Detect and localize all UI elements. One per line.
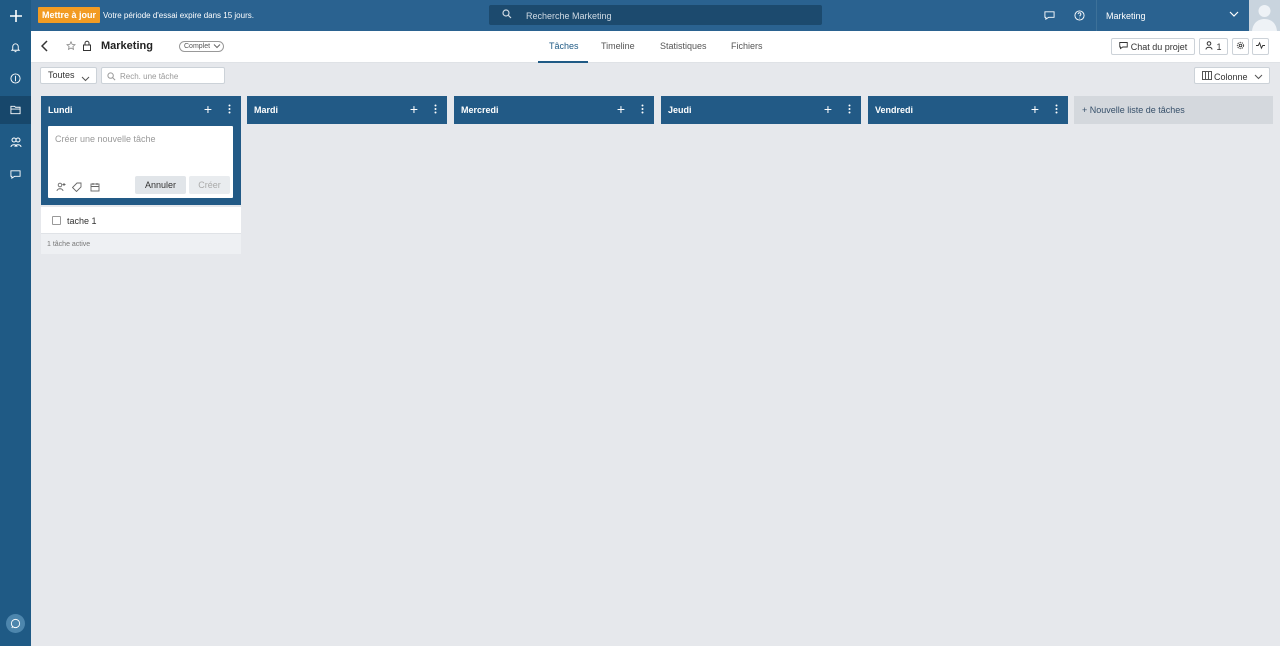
- add-task-icon[interactable]: +: [204, 102, 212, 116]
- task-search-placeholder: Rech. une tâche: [120, 72, 179, 81]
- active-task-count: 1 tâche active: [47, 241, 91, 248]
- global-search-input[interactable]: Recherche Marketing: [489, 5, 822, 25]
- more-options-icon[interactable]: [1055, 104, 1058, 117]
- add-task-icon[interactable]: +: [1031, 102, 1039, 116]
- search-icon: [107, 72, 116, 84]
- project-chat-button[interactable]: Chat du projet: [1111, 38, 1195, 55]
- avatar[interactable]: [1249, 0, 1280, 31]
- view-mode-value: Colonne: [1214, 72, 1248, 82]
- task-filter-select[interactable]: Toutes: [40, 67, 97, 84]
- task-list-title: Lundi: [48, 105, 73, 115]
- trial-notice: Votre période d'essai expire dans 15 jou…: [103, 11, 254, 20]
- star-icon[interactable]: [66, 40, 76, 54]
- task-list-title: Mardi: [254, 105, 279, 115]
- task-list-mercredi[interactable]: Mercredi +: [454, 96, 654, 124]
- gear-icon: [1236, 41, 1245, 52]
- chat-icon: [1119, 41, 1128, 52]
- active-tab-indicator: [538, 61, 588, 63]
- tag-icon[interactable]: [71, 182, 82, 193]
- members-count: 1: [1216, 41, 1222, 52]
- chat-icon[interactable]: [0, 160, 31, 188]
- bell-icon[interactable]: [0, 33, 31, 61]
- task-list-mardi[interactable]: Mardi +: [247, 96, 447, 124]
- task-list-footer: 1 tâche active: [41, 233, 241, 254]
- view-mode-select[interactable]: Colonne: [1194, 67, 1270, 84]
- new-task-input[interactable]: Créer une nouvelle tâche: [55, 134, 156, 144]
- plus-icon[interactable]: [0, 0, 31, 31]
- calendar-icon[interactable]: [90, 182, 100, 192]
- more-options-icon[interactable]: [848, 104, 851, 117]
- pulse-icon[interactable]: [0, 64, 31, 92]
- add-task-icon[interactable]: +: [410, 102, 418, 116]
- search-icon: [502, 9, 512, 22]
- status-label: Complet: [184, 43, 211, 50]
- task-list-jeudi[interactable]: Jeudi +: [661, 96, 861, 124]
- project-chat-label: Chat du projet: [1130, 41, 1188, 52]
- help-icon[interactable]: [1073, 9, 1085, 21]
- task-title: tache 1: [67, 216, 97, 226]
- task-search-input[interactable]: Rech. une tâche: [101, 67, 225, 84]
- task-list-vendredi[interactable]: Vendredi +: [868, 96, 1068, 124]
- task-checkbox[interactable]: [52, 216, 61, 225]
- people-icon[interactable]: [0, 128, 31, 156]
- columns-icon: [1202, 71, 1212, 82]
- create-button[interactable]: Créer: [189, 176, 230, 194]
- user-icon: [1205, 41, 1213, 52]
- project-header: Marketing Complet Tâches Timeline Statis…: [31, 31, 1280, 63]
- members-button[interactable]: 1: [1199, 38, 1228, 55]
- task-list-title: Vendredi: [875, 105, 914, 115]
- pulse-icon: [1256, 41, 1265, 52]
- tab-statistiques[interactable]: Statistiques: [660, 41, 707, 51]
- settings-button[interactable]: [1232, 38, 1249, 55]
- search-placeholder: Recherche Marketing: [526, 11, 612, 21]
- lock-icon: [82, 40, 92, 54]
- support-icon[interactable]: [6, 614, 25, 633]
- new-task-list-button[interactable]: + Nouvelle liste de tâches: [1074, 96, 1273, 124]
- add-task-icon[interactable]: +: [617, 102, 625, 116]
- upgrade-button[interactable]: Mettre à jour: [38, 7, 101, 23]
- more-options-icon[interactable]: [641, 104, 644, 117]
- chevron-down-icon: [1254, 72, 1263, 82]
- left-rail: [0, 0, 31, 646]
- chevron-down-icon: [81, 72, 90, 87]
- folder-icon[interactable]: [0, 96, 31, 124]
- chevron-down-icon[interactable]: [1229, 10, 1239, 21]
- task-list-title: Jeudi: [668, 105, 692, 115]
- cancel-button[interactable]: Annuler: [135, 176, 186, 194]
- new-task-list-label: + Nouvelle liste de tâches: [1082, 105, 1185, 115]
- workspace-name[interactable]: Marketing: [1106, 11, 1146, 21]
- task-filter-value: Toutes: [48, 70, 75, 80]
- task-card[interactable]: tache 1: [41, 207, 241, 233]
- status-badge[interactable]: Complet: [179, 41, 225, 52]
- task-list-title: Mercredi: [461, 105, 499, 115]
- tab-taches[interactable]: Tâches: [549, 41, 579, 51]
- tab-timeline[interactable]: Timeline: [601, 41, 635, 51]
- chevron-down-icon: [213, 43, 221, 52]
- page-title: Marketing: [101, 40, 153, 52]
- messages-icon[interactable]: [1043, 9, 1055, 21]
- more-options-icon[interactable]: [228, 104, 231, 117]
- new-task-form[interactable]: Créer une nouvelle tâche Annuler Créer: [48, 126, 233, 198]
- tab-fichiers[interactable]: Fichiers: [731, 41, 763, 51]
- assign-user-icon[interactable]: [56, 182, 66, 192]
- divider: [1096, 0, 1097, 31]
- back-icon[interactable]: [40, 40, 49, 55]
- top-bar: Mettre à jour Votre période d'essai expi…: [31, 0, 1280, 31]
- more-options-icon[interactable]: [434, 104, 437, 117]
- add-task-icon[interactable]: +: [824, 102, 832, 116]
- task-list-lundi[interactable]: Lundi +: [41, 96, 241, 124]
- activity-button[interactable]: [1252, 38, 1269, 55]
